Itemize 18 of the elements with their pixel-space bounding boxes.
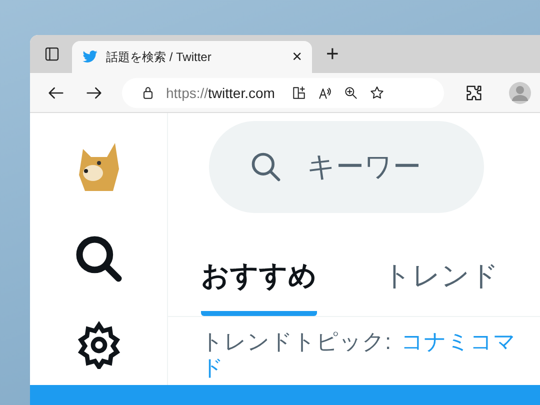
- browser-tab[interactable]: 話題を検索 / Twitter ×: [72, 41, 312, 73]
- search-icon: [249, 150, 283, 184]
- tab-title: 話題を検索 / Twitter: [106, 48, 212, 66]
- sidebar-icon[interactable]: [43, 45, 61, 63]
- new-tab-button[interactable]: +: [318, 41, 347, 67]
- address-bar[interactable]: https://twitter.com: [122, 78, 444, 108]
- feed-tab[interactable]: トレンド: [383, 247, 499, 316]
- bird-icon: [82, 49, 98, 65]
- split-screen-icon[interactable]: [290, 84, 307, 100]
- puzzle-icon[interactable]: [464, 82, 484, 102]
- url-text: https://twitter.com: [166, 84, 275, 100]
- feed-tab[interactable]: おすすめ: [201, 247, 317, 316]
- zoom-in-icon[interactable]: [342, 84, 359, 100]
- close-tab-button[interactable]: ×: [292, 47, 302, 67]
- add-favorite-icon[interactable]: [368, 84, 385, 100]
- trend-label: トレンドトピック:: [201, 329, 392, 355]
- profile-avatar-icon[interactable]: [508, 80, 532, 104]
- search-field[interactable]: キーワー: [305, 150, 469, 184]
